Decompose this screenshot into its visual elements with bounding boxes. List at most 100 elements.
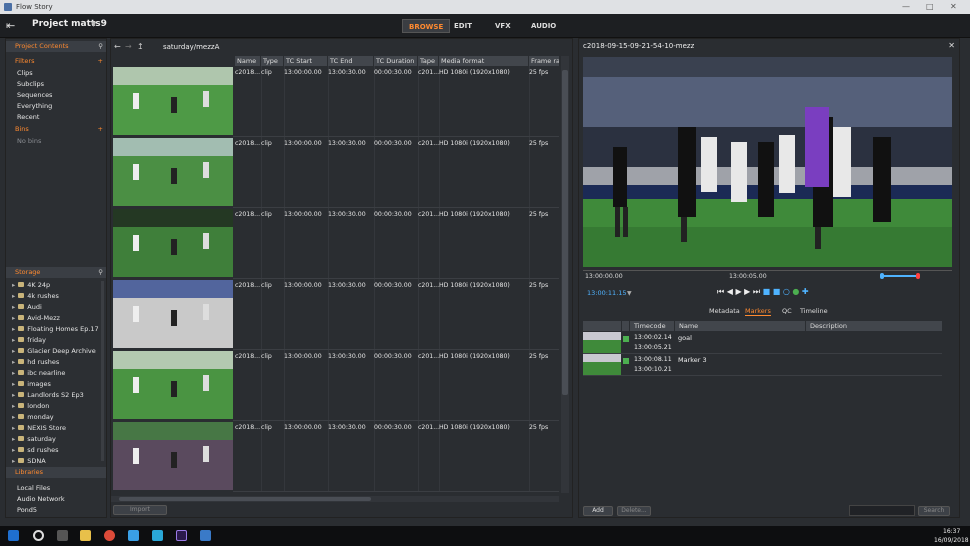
marker-col-timecode[interactable]: Timecode: [630, 321, 674, 331]
filter-subclips[interactable]: Subclips: [17, 80, 44, 88]
scroll-thumb[interactable]: [119, 497, 371, 501]
play-icon[interactable]: ▶: [735, 287, 741, 296]
browser-vertical-scrollbar[interactable]: [561, 56, 569, 493]
windows-start-icon[interactable]: [8, 530, 19, 541]
storage-header[interactable]: Storage ⚲: [6, 267, 106, 278]
storage-item[interactable]: ▸ Avid-Mezz: [12, 314, 60, 322]
marker-color-swatch[interactable]: [623, 336, 629, 342]
exit-icon[interactable]: ⇤: [6, 19, 15, 32]
delete-marker-button[interactable]: Delete...: [617, 506, 651, 516]
filter-everything[interactable]: Everything: [17, 102, 52, 110]
clip-thumbnail[interactable]: [113, 280, 233, 348]
library-local-files[interactable]: Local Files: [17, 484, 50, 492]
marker-search-input[interactable]: [849, 505, 915, 516]
expand-arrow-icon[interactable]: ▸: [12, 314, 15, 322]
filter-recent[interactable]: Recent: [17, 113, 39, 121]
expand-arrow-icon[interactable]: ▸: [12, 358, 15, 366]
tab-vfx[interactable]: VFX: [489, 19, 517, 33]
clip-thumbnail[interactable]: [113, 67, 233, 135]
col-header-tape[interactable]: Tape: [418, 56, 439, 66]
library-pond5[interactable]: Pond5: [17, 506, 37, 514]
tab-browse[interactable]: BROWSE: [402, 19, 451, 33]
tab-qc[interactable]: QC: [782, 307, 792, 315]
up-folder-icon[interactable]: ↥: [137, 42, 144, 51]
library-audio-network[interactable]: Audio Network: [17, 495, 65, 503]
storage-item[interactable]: ▸ ibc nearline: [12, 369, 65, 377]
clip-thumbnail[interactable]: [113, 138, 233, 206]
app-icon[interactable]: [200, 530, 211, 541]
timeline-ruler[interactable]: 13:00:00.00 13:00:05.00: [583, 270, 952, 282]
col-header-tc-end[interactable]: TC End: [328, 56, 374, 66]
file-explorer-icon[interactable]: [80, 530, 91, 541]
expand-arrow-icon[interactable]: ▸: [12, 303, 15, 311]
marker-col-name[interactable]: Name: [675, 321, 805, 331]
storage-item[interactable]: ▸ Landlords S2 Ep3: [12, 391, 84, 399]
libraries-header[interactable]: Libraries: [6, 467, 106, 478]
storage-item[interactable]: ▸ NEXIS Store: [12, 424, 66, 432]
storage-item[interactable]: ▸ monday: [12, 413, 54, 421]
import-button[interactable]: Import: [113, 505, 167, 515]
storage-item[interactable]: ▸ Audi: [12, 303, 42, 311]
app-icon[interactable]: [128, 530, 139, 541]
expand-arrow-icon[interactable]: ▸: [12, 402, 15, 410]
storage-scrollbar[interactable]: [101, 281, 104, 461]
tab-audio[interactable]: AUDIO: [525, 19, 562, 33]
storage-item[interactable]: ▸ 4K 24p: [12, 281, 50, 289]
chevron-down-icon[interactable]: ▼: [91, 20, 96, 28]
expand-arrow-icon[interactable]: ▸: [12, 391, 15, 399]
project-contents-header[interactable]: Project Contents ⚲: [6, 41, 106, 52]
storage-item[interactable]: ▸ hd rushes: [12, 358, 59, 366]
tab-metadata[interactable]: Metadata: [709, 307, 740, 315]
out-point-handle[interactable]: [916, 273, 920, 279]
maximize-icon[interactable]: □: [926, 2, 934, 11]
storage-item[interactable]: ▸ london: [12, 402, 49, 410]
video-viewer[interactable]: [583, 57, 952, 267]
add-icon[interactable]: ✚: [802, 287, 809, 296]
expand-arrow-icon[interactable]: ▸: [12, 457, 15, 464]
current-timecode[interactable]: 13:00:11.15: [587, 289, 627, 297]
storage-item[interactable]: ▸ saturday: [12, 435, 56, 443]
col-header-name[interactable]: Name: [235, 56, 261, 66]
in-point-handle[interactable]: [880, 273, 884, 279]
tab-timeline[interactable]: Timeline: [800, 307, 828, 315]
expand-arrow-icon[interactable]: ▸: [12, 424, 15, 432]
search-icon[interactable]: ⚲: [98, 267, 103, 278]
expand-arrow-icon[interactable]: ▸: [12, 281, 15, 289]
tab-markers[interactable]: Markers: [745, 307, 771, 316]
step-back-icon[interactable]: ◀: [727, 287, 733, 296]
clip-thumbnail[interactable]: [113, 209, 233, 277]
marker-row[interactable]: 13:00:02.14 13:00:05.21 goal: [583, 332, 942, 354]
browser-horizontal-scrollbar[interactable]: [111, 496, 559, 502]
add-marker-button[interactable]: Add: [583, 506, 613, 516]
filters-header[interactable]: Filters +: [6, 56, 106, 67]
scroll-thumb[interactable]: [562, 70, 568, 395]
storage-item[interactable]: ▸ Floating Homes Ep.17: [12, 325, 99, 333]
marker-col-description[interactable]: Description: [806, 321, 942, 331]
go-to-end-icon[interactable]: ⏭: [753, 287, 760, 296]
marker-row[interactable]: 13:00:08.11 13:00:10.21 Marker 3: [583, 354, 942, 376]
expand-arrow-icon[interactable]: ▸: [12, 347, 15, 355]
tab-edit[interactable]: EDIT: [448, 19, 478, 33]
expand-arrow-icon[interactable]: ▸: [12, 413, 15, 421]
add-bin-icon[interactable]: +: [98, 124, 103, 135]
forward-icon[interactable]: →: [125, 42, 132, 51]
storage-item[interactable]: ▸ 4k rushes: [12, 292, 59, 300]
step-forward-icon[interactable]: ▶: [744, 287, 750, 296]
playhead-range[interactable]: [883, 275, 917, 277]
clip-thumbnail[interactable]: [113, 351, 233, 419]
premiere-icon[interactable]: [176, 530, 187, 541]
add-filter-icon[interactable]: +: [98, 56, 103, 67]
expand-arrow-icon[interactable]: ▸: [12, 292, 15, 300]
close-icon[interactable]: ✕: [950, 2, 957, 11]
storage-item[interactable]: ▸ sd rushes: [12, 446, 59, 454]
storage-item[interactable]: ▸ SDNA: [12, 457, 46, 464]
search-icon[interactable]: ⚲: [98, 41, 103, 52]
chrome-icon[interactable]: [104, 530, 115, 541]
storage-item[interactable]: ▸ friday: [12, 336, 46, 344]
loop-icon[interactable]: ○: [783, 287, 790, 296]
expand-arrow-icon[interactable]: ▸: [12, 435, 15, 443]
col-header-tc-start[interactable]: TC Start: [284, 56, 328, 66]
col-header-tc-duration[interactable]: TC Duration: [374, 56, 418, 66]
clip-thumbnail[interactable]: [113, 422, 233, 490]
expand-arrow-icon[interactable]: ▸: [12, 325, 15, 333]
